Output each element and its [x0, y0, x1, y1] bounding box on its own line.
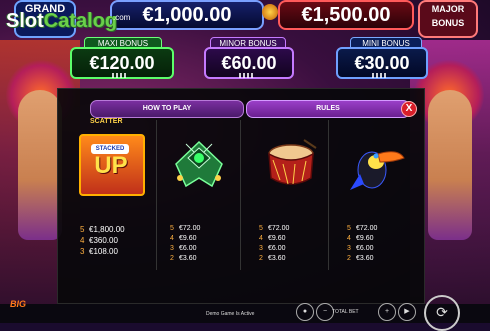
grand-jackpot-amount: €1,000.00 [110, 0, 264, 30]
jeweled-mask-icon [175, 140, 223, 188]
samba-dancer-right [428, 90, 472, 240]
coin-icon[interactable]: ● [296, 303, 314, 321]
up-text: UP [94, 152, 128, 179]
column-divider [156, 120, 157, 270]
tab-rules[interactable]: RULES [246, 100, 410, 118]
autoplay-button[interactable]: ▶ [398, 303, 416, 321]
watermark-logo: SlotCatalog [6, 10, 118, 32]
major-jackpot-sub: BONUS [431, 18, 465, 28]
paytable-col-3: 5 €72.00 4 €9.60 3 €6.00 2 €3.60 [259, 225, 290, 262]
major-jackpot-amount: €1,500.00 [278, 0, 414, 30]
bet-increase-button[interactable]: + [378, 303, 396, 321]
demo-notice: Demo Game Is Active [206, 311, 255, 317]
paytable-col-2: 5 €72.00 4 €9.60 3 €6.00 2 €3.60 [170, 225, 201, 262]
jackpot-orb-icon [262, 4, 278, 20]
minor-bonus-dots [239, 73, 255, 78]
total-bet-label: TOTAL BET [332, 309, 359, 315]
samba-dancer-left [18, 90, 62, 240]
toucan-icon [350, 151, 405, 190]
mini-bonus-dots [372, 73, 388, 78]
scatter-label: SCATTER [90, 118, 123, 125]
major-jackpot-label: MAJOR [431, 4, 465, 14]
spin-button[interactable]: ⟳ [424, 295, 460, 331]
paytable-col-4: 5 €72.00 4 €9.60 3 €6.00 2 €3.60 [347, 225, 378, 262]
game-logo: BIG [10, 299, 27, 309]
column-divider [240, 120, 241, 270]
major-jackpot: MAJOR BONUS [418, 0, 478, 38]
paytable-col-1: 5 €1,800.00 4 €360.00 3 €108.00 [80, 225, 125, 256]
stacked-up-symbol-icon: STACKED UP [79, 134, 145, 196]
maxi-bonus-dots [112, 73, 128, 78]
close-button[interactable]: X [401, 101, 417, 117]
watermark-domain: .com [113, 13, 131, 22]
column-divider [328, 120, 329, 270]
drum-icon [268, 139, 317, 185]
tab-how-to-play[interactable]: HOW TO PLAY [90, 100, 244, 118]
